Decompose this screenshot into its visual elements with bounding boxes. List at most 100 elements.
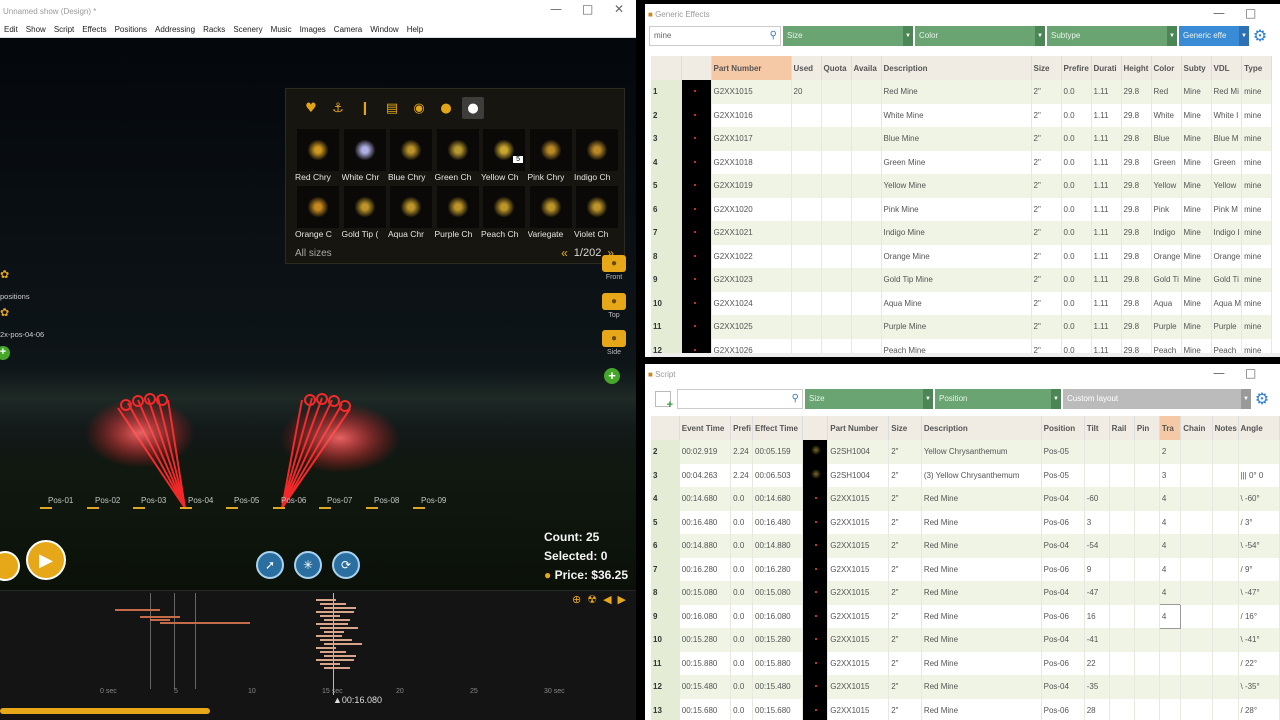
column-header[interactable]: Color xyxy=(1151,56,1182,80)
column-header[interactable]: Description xyxy=(881,56,1032,80)
shell-icon[interactable]: ● xyxy=(462,97,484,119)
menu-item-help[interactable]: Help xyxy=(407,25,423,34)
table-row[interactable]: 13 00:15.680 0.0 00:15.680 G2XX1015 2" Red Min… xyxy=(651,698,1280,720)
column-header[interactable]: Part Number xyxy=(711,56,792,80)
table-row[interactable]: 4 G2XX1018 Green Mine 2" 0.0 1.11 29.8 Green Min… xyxy=(651,150,1273,174)
close-icon[interactable]: ✕ xyxy=(614,2,624,16)
event-bar[interactable] xyxy=(320,639,352,641)
event-bar[interactable] xyxy=(324,643,362,645)
script-search-input[interactable]: ⚲ xyxy=(677,389,803,409)
menu-item-scenery[interactable]: Scenery xyxy=(233,25,262,34)
cake-icon[interactable]: ▤ xyxy=(381,97,403,119)
maximize-icon[interactable]: □ xyxy=(1245,6,1256,20)
column-header[interactable]: Position xyxy=(1041,416,1085,440)
table-row[interactable]: 8 00:15.080 0.0 00:15.080 G2XX1015 2" Red Mine… xyxy=(651,581,1280,605)
table-row[interactable]: 5 00:16.480 0.0 00:16.480 G2XX1015 2" Red Mine… xyxy=(651,510,1280,534)
radiation-icon[interactable]: ☢ xyxy=(587,593,597,606)
position-label[interactable]: Pos-04 xyxy=(188,496,213,505)
candle-icon[interactable]: ❙ xyxy=(354,97,376,119)
effect-tile[interactable]: Violet Ch xyxy=(574,186,620,243)
position-marker[interactable] xyxy=(40,507,52,509)
column-header[interactable] xyxy=(802,416,829,440)
table-row[interactable]: 6 00:14.880 0.0 00:14.880 G2XX1015 2" Red Mine… xyxy=(651,534,1280,558)
table-row[interactable]: 9 00:16.080 0.0 00:16.080 G2XX1015 2" Red Mine… xyxy=(651,604,1280,629)
position-filter[interactable]: Position ▼ xyxy=(935,389,1061,409)
maximize-icon[interactable]: □ xyxy=(1245,366,1256,380)
table-row[interactable]: 9 G2XX1023 Gold Tip Mine 2" 0.0 1.11 29.8 Gold … xyxy=(651,268,1273,292)
effect-tile[interactable]: Variegate xyxy=(528,186,574,243)
table-row[interactable]: 1 G2XX1015 20 Red Mine 2" 0.0 1.11 29.8 Red Mine R… xyxy=(651,80,1273,104)
effect-tile[interactable]: Peach Ch xyxy=(481,186,527,243)
table-row[interactable]: 10 00:15.280 0.0 00:15.280 G2XX1015 2" Red Min… xyxy=(651,628,1280,652)
table-row[interactable]: 3 00:04.263 2.24 00:06.503 G2SH1004 2" (3) Yel… xyxy=(651,463,1280,487)
event-bar[interactable] xyxy=(320,651,346,653)
horizontal-scrollbar[interactable] xyxy=(651,353,1280,357)
column-header[interactable]: Part Number xyxy=(827,416,890,440)
menu-item-camera[interactable]: Camera xyxy=(334,25,362,34)
timeline-cursor[interactable]: ▲00:16.080 xyxy=(333,695,382,705)
column-header[interactable]: Tilt xyxy=(1084,416,1110,440)
column-header[interactable]: Prefi xyxy=(730,416,754,440)
event-bar[interactable] xyxy=(324,667,350,669)
effect-tile[interactable]: Aqua Chr xyxy=(388,186,434,243)
column-header[interactable]: Availa xyxy=(851,56,882,80)
heart-icon[interactable]: ♥ xyxy=(300,97,322,119)
position-marker[interactable] xyxy=(133,507,145,509)
minimize-icon[interactable]: — xyxy=(1213,6,1225,20)
table-row[interactable]: 5 G2XX1019 Yellow Mine 2" 0.0 1.11 29.8 Yellow M… xyxy=(651,174,1273,198)
event-bar[interactable] xyxy=(160,622,250,624)
effect-tile[interactable]: Pink Chry xyxy=(528,129,574,186)
position-marker[interactable] xyxy=(180,507,192,509)
effect-tile[interactable]: Green Ch xyxy=(435,129,481,186)
add-event-button[interactable] xyxy=(655,391,673,411)
table-row[interactable]: 8 G2XX1022 Orange Mine 2" 0.0 1.11 29.8 Orange M… xyxy=(651,244,1273,268)
event-bar[interactable] xyxy=(115,609,160,611)
event-bar[interactable] xyxy=(324,655,356,657)
column-header[interactable]: Size xyxy=(1031,56,1062,80)
position-label[interactable]: Pos-02 xyxy=(95,496,120,505)
column-header[interactable]: Durati xyxy=(1091,56,1122,80)
timeline-scrollbar[interactable] xyxy=(0,708,210,714)
prev-page-icon[interactable]: « xyxy=(561,246,568,260)
table-row[interactable]: 6 G2XX1020 Pink Mine 2" 0.0 1.11 29.8 Pink Mine P… xyxy=(651,197,1273,221)
position-marker[interactable] xyxy=(226,507,238,509)
column-header[interactable]: Height xyxy=(1121,56,1152,80)
camera-side-button[interactable]: ● Side xyxy=(602,330,626,356)
table-row[interactable]: 12 00:15.480 0.0 00:15.480 G2XX1015 2" Red Min… xyxy=(651,675,1280,699)
play-button[interactable]: ▶ xyxy=(26,540,66,580)
menu-item-racks[interactable]: Racks xyxy=(203,25,225,34)
camera-front-button[interactable]: ● Front xyxy=(602,255,626,281)
generic-effects-filter[interactable]: Generic effe ▼ xyxy=(1179,26,1249,46)
position-label[interactable]: Pos-06 xyxy=(281,496,306,505)
position-label[interactable]: Pos-03 xyxy=(141,496,166,505)
add-camera-button[interactable]: + xyxy=(604,368,620,384)
column-header[interactable]: Used xyxy=(791,56,822,80)
event-bar[interactable] xyxy=(316,599,336,601)
position-label[interactable]: Pos-09 xyxy=(421,496,446,505)
all-sizes-filter[interactable]: All sizes xyxy=(295,248,332,259)
next-icon[interactable]: ▶ xyxy=(618,593,626,606)
event-bar[interactable] xyxy=(316,635,342,637)
table-row[interactable]: 10 G2XX1024 Aqua Mine 2" 0.0 1.11 29.8 Aqua Mine… xyxy=(651,291,1273,315)
column-header[interactable] xyxy=(651,56,682,80)
effect-tile[interactable]: Yellow Ch 5 xyxy=(481,129,527,186)
gear-icon[interactable]: ⚙ xyxy=(1253,390,1271,408)
maximize-icon[interactable]: □ xyxy=(582,2,593,16)
position-group-icon[interactable]: ✿ xyxy=(0,306,9,319)
anchor-icon[interactable]: ⚓ xyxy=(327,97,349,119)
effect-tile[interactable]: Gold Tip ( xyxy=(342,186,388,243)
effect-tile[interactable]: Blue Chry xyxy=(388,129,434,186)
menu-item-positions[interactable]: Positions xyxy=(115,25,147,34)
select-tool-button[interactable]: ➚ xyxy=(256,551,284,579)
track-edit-cell[interactable]: 4 xyxy=(1158,604,1182,629)
table-row[interactable]: 11 00:15.880 0.0 00:15.880 G2XX1015 2" Red Min… xyxy=(651,651,1280,675)
column-header[interactable]: Pin xyxy=(1134,416,1160,440)
camera-top-button[interactable]: ● Top xyxy=(602,293,626,319)
column-header[interactable] xyxy=(681,56,712,80)
table-row[interactable]: 2 G2XX1016 White Mine 2" 0.0 1.11 29.8 White Min… xyxy=(651,103,1273,127)
event-bar[interactable] xyxy=(324,607,356,609)
size-filter[interactable]: Size ▼ xyxy=(805,389,933,409)
menu-item-script[interactable]: Script xyxy=(54,25,74,34)
event-bar[interactable] xyxy=(150,619,170,621)
event-bar[interactable] xyxy=(316,611,354,613)
